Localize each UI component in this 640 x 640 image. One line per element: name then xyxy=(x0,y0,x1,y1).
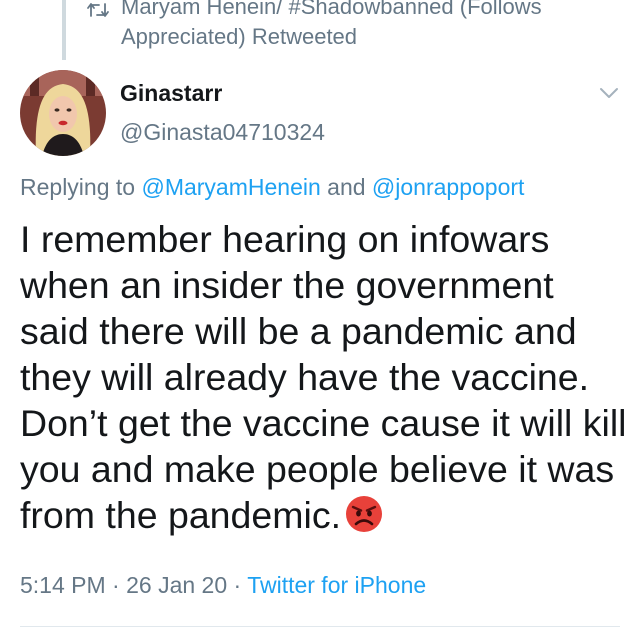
reply-conjunction: and xyxy=(327,174,366,200)
thread-line xyxy=(62,0,66,60)
reply-prefix: Replying to xyxy=(20,174,136,200)
tweet-date: 26 Jan 20 xyxy=(126,572,228,598)
tweet-text: I remember hearing on infowars when an i… xyxy=(20,218,627,536)
tweet-body: I remember hearing on infowars when an i… xyxy=(20,216,630,538)
tweet-meta: 5:14 PM · 26 Jan 20 · Twitter for iPhone xyxy=(20,572,426,599)
reply-context: Replying to @MaryamHenein and @jonrappop… xyxy=(20,174,524,201)
mention-link[interactable]: @jonrappoport xyxy=(372,174,525,200)
angry-face-emoji xyxy=(345,496,382,532)
chevron-down-icon[interactable] xyxy=(598,86,620,100)
avatar-image xyxy=(20,70,106,156)
avatar[interactable] xyxy=(20,70,106,156)
author-handle[interactable]: @Ginasta04710324 xyxy=(120,119,325,146)
retweet-icon xyxy=(87,3,109,17)
meta-separator: · xyxy=(233,572,242,598)
author-name[interactable]: Ginastarr xyxy=(120,80,222,107)
mention-link[interactable]: @MaryamHenein xyxy=(141,174,320,200)
meta-separator: · xyxy=(112,572,120,598)
retweet-label: Maryam Henein/ #Shadowbanned (Follows Ap… xyxy=(121,0,542,49)
divider xyxy=(20,626,620,627)
tweet-time: 5:14 PM xyxy=(20,572,106,598)
tweet-source-link[interactable]: Twitter for iPhone xyxy=(247,572,426,598)
